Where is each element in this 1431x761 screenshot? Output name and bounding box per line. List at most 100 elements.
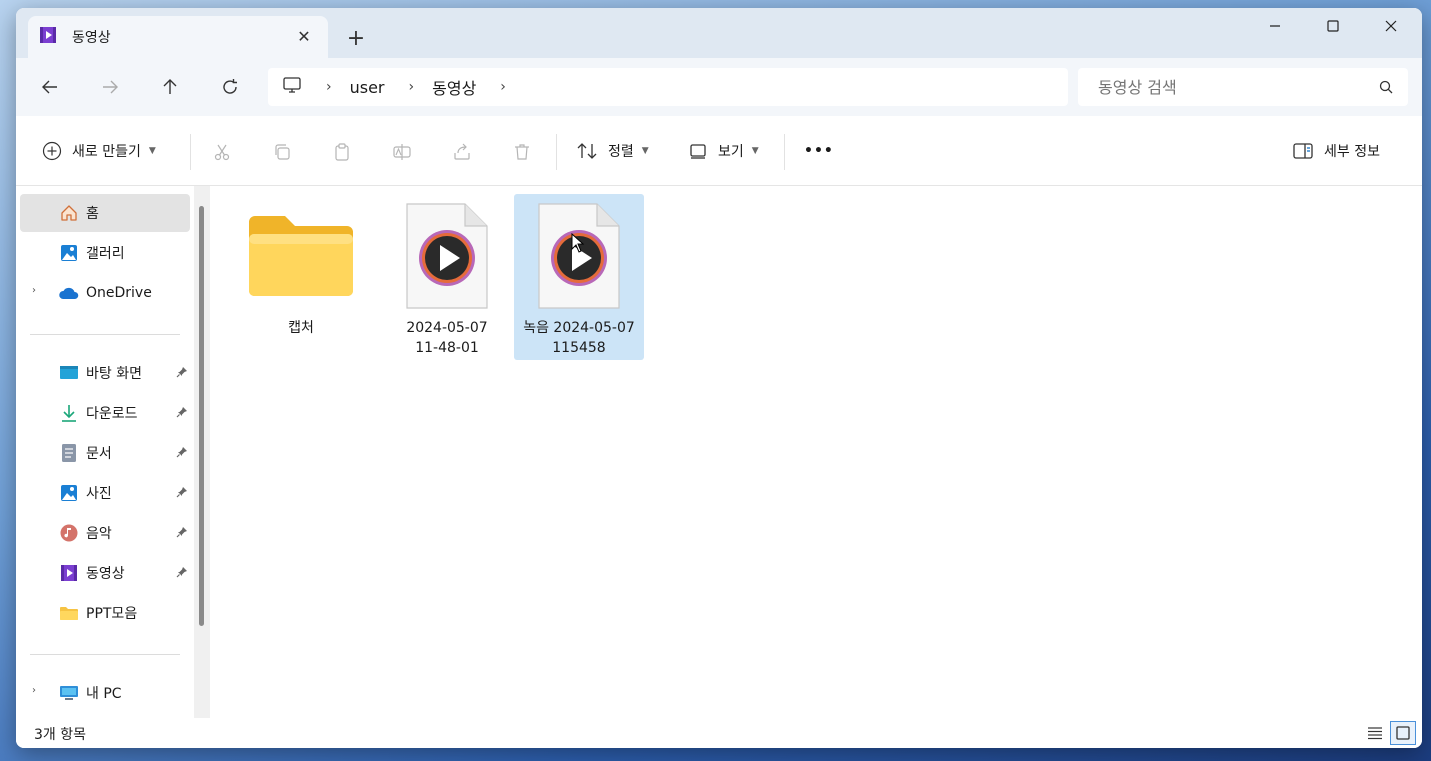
- view-icon: [690, 144, 706, 159]
- sidebar-item-onedrive[interactable]: OneDrive: [20, 274, 190, 312]
- sidebar-item-pictures[interactable]: 사진: [20, 474, 190, 512]
- details-view-button[interactable]: [1362, 721, 1388, 745]
- view-label: 보기: [718, 144, 744, 160]
- forward-button[interactable]: [92, 70, 128, 104]
- delete-icon[interactable]: [508, 138, 536, 166]
- details-label: 세부 정보: [1324, 144, 1380, 160]
- pin-icon[interactable]: [176, 566, 188, 582]
- toolbar-divider: [556, 134, 557, 170]
- gallery-icon: [58, 242, 80, 264]
- scrollbar-thumb[interactable]: [199, 206, 204, 626]
- new-button[interactable]: 새로 만들기 ▼: [42, 136, 156, 166]
- video-file-icon: [382, 200, 512, 312]
- chevron-down-icon: ▼: [148, 146, 156, 156]
- up-button[interactable]: [152, 70, 188, 104]
- sidebar-item-music[interactable]: 음악: [20, 514, 190, 552]
- search-input[interactable]: [1098, 77, 1358, 97]
- sidebar-item-label: 문서: [86, 446, 112, 462]
- minimize-button[interactable]: [1246, 8, 1304, 44]
- folder-icon: [58, 602, 80, 624]
- refresh-icon: [223, 79, 237, 94]
- pin-icon[interactable]: [176, 446, 188, 462]
- paste-icon[interactable]: [328, 138, 356, 166]
- file-name: 2024-05-07 11-48-01: [406, 320, 488, 356]
- sidebar-item-label: 음악: [86, 526, 112, 542]
- sidebar-item-documents[interactable]: 문서: [20, 434, 190, 472]
- arrow-right-icon: [103, 80, 118, 94]
- more-options-button[interactable]: •••: [804, 136, 834, 166]
- breadcrumb-user[interactable]: user: [350, 78, 385, 97]
- sidebar-item-label: 갤러리: [86, 246, 125, 262]
- tab-videos[interactable]: 동영상 ✕: [28, 16, 328, 58]
- sidebar-item-home[interactable]: 홈: [20, 194, 190, 232]
- file-item-video-selected[interactable]: 녹음 2024-05-07 115458: [514, 194, 644, 360]
- navigation-pane: 홈 갤러리 › OneDrive 바탕 화면 다운로드 문서 사진 음악 동영상…: [16, 186, 210, 718]
- sidebar-divider: [30, 334, 180, 335]
- sidebar-item-label: OneDrive: [86, 285, 152, 301]
- pin-icon[interactable]: [176, 366, 188, 382]
- maximize-button[interactable]: [1304, 8, 1362, 44]
- tab-title: 동영상: [72, 30, 111, 46]
- copy-icon[interactable]: [268, 138, 296, 166]
- new-button-label: 새로 만들기: [72, 144, 141, 160]
- details-pane-button[interactable]: 세부 정보: [1292, 136, 1380, 166]
- view-button[interactable]: 보기 ▼: [688, 136, 759, 166]
- breadcrumb-separator[interactable]: ›: [409, 79, 415, 95]
- sidebar-item-this-pc[interactable]: 내 PC: [20, 674, 190, 712]
- onedrive-icon: [58, 282, 80, 304]
- home-icon: [58, 202, 80, 224]
- chevron-down-icon: ▼: [641, 146, 649, 156]
- breadcrumb-videos[interactable]: 동영상: [432, 75, 476, 99]
- sidebar-scrollbar[interactable]: [194, 186, 210, 718]
- thumbnail-view-button[interactable]: [1390, 721, 1416, 745]
- file-name: 녹음 2024-05-07 115458: [523, 320, 635, 356]
- search-icon[interactable]: [1378, 79, 1394, 99]
- toolbar-divider: [784, 134, 785, 170]
- new-tab-button[interactable]: +: [342, 24, 370, 52]
- file-name: 캡처: [288, 320, 314, 336]
- share-icon[interactable]: [448, 138, 476, 166]
- tiles-view-icon: [1396, 726, 1410, 740]
- cut-icon[interactable]: [208, 138, 236, 166]
- file-item-video[interactable]: 2024-05-07 11-48-01: [382, 194, 512, 360]
- sort-button[interactable]: 정렬 ▼: [576, 136, 649, 166]
- sort-label: 정렬: [608, 144, 634, 160]
- close-tab-button[interactable]: ✕: [294, 26, 314, 46]
- refresh-button[interactable]: [212, 70, 248, 104]
- music-icon: [58, 522, 80, 544]
- sidebar-item-label: 다운로드: [86, 406, 138, 422]
- file-item-folder[interactable]: 캡처: [236, 194, 366, 360]
- chevron-down-icon: ▼: [751, 146, 759, 156]
- computer-icon[interactable]: [282, 75, 302, 99]
- breadcrumb-separator[interactable]: ›: [326, 79, 332, 95]
- breadcrumb-separator[interactable]: ›: [500, 79, 506, 95]
- back-button[interactable]: [32, 70, 68, 104]
- sidebar-item-downloads[interactable]: 다운로드: [20, 394, 190, 432]
- file-list: 캡처 2024-05-07 11-48-01 녹음 2024-05-07 115…: [212, 186, 1422, 718]
- sidebar-item-gallery[interactable]: 갤러리: [20, 234, 190, 272]
- pin-icon[interactable]: [176, 526, 188, 542]
- sort-icon: [577, 143, 597, 159]
- toolbar-divider: [190, 134, 191, 170]
- address-bar: › user › 동영상 ›: [16, 58, 1422, 116]
- documents-icon: [58, 442, 80, 464]
- sidebar-item-desktop[interactable]: 바탕 화면: [20, 354, 190, 392]
- command-bar: 새로 만들기 ▼ 정렬 ▼ 보기 ▼ ••• 세부 정보: [16, 116, 1422, 186]
- desktop-icon: [58, 362, 80, 384]
- sidebar-item-videos[interactable]: 동영상: [20, 554, 190, 592]
- videos-icon: [58, 562, 80, 584]
- folder-icon: [236, 200, 366, 312]
- status-bar: 3개 항목: [16, 718, 1422, 748]
- list-view-icon: [1368, 727, 1382, 740]
- pin-icon[interactable]: [176, 406, 188, 422]
- sidebar-item-label: 동영상: [86, 566, 125, 582]
- breadcrumb[interactable]: › user › 동영상 ›: [268, 68, 1068, 106]
- close-window-button[interactable]: [1362, 8, 1420, 44]
- details-pane-icon: [1293, 143, 1313, 159]
- title-bar: 동영상 ✕ +: [16, 8, 1422, 58]
- pin-icon[interactable]: [176, 486, 188, 502]
- rename-icon[interactable]: [388, 138, 416, 166]
- sidebar-item-ppt-folder[interactable]: PPT모음: [20, 594, 190, 632]
- search-box[interactable]: [1078, 68, 1408, 106]
- sidebar-divider: [30, 654, 180, 655]
